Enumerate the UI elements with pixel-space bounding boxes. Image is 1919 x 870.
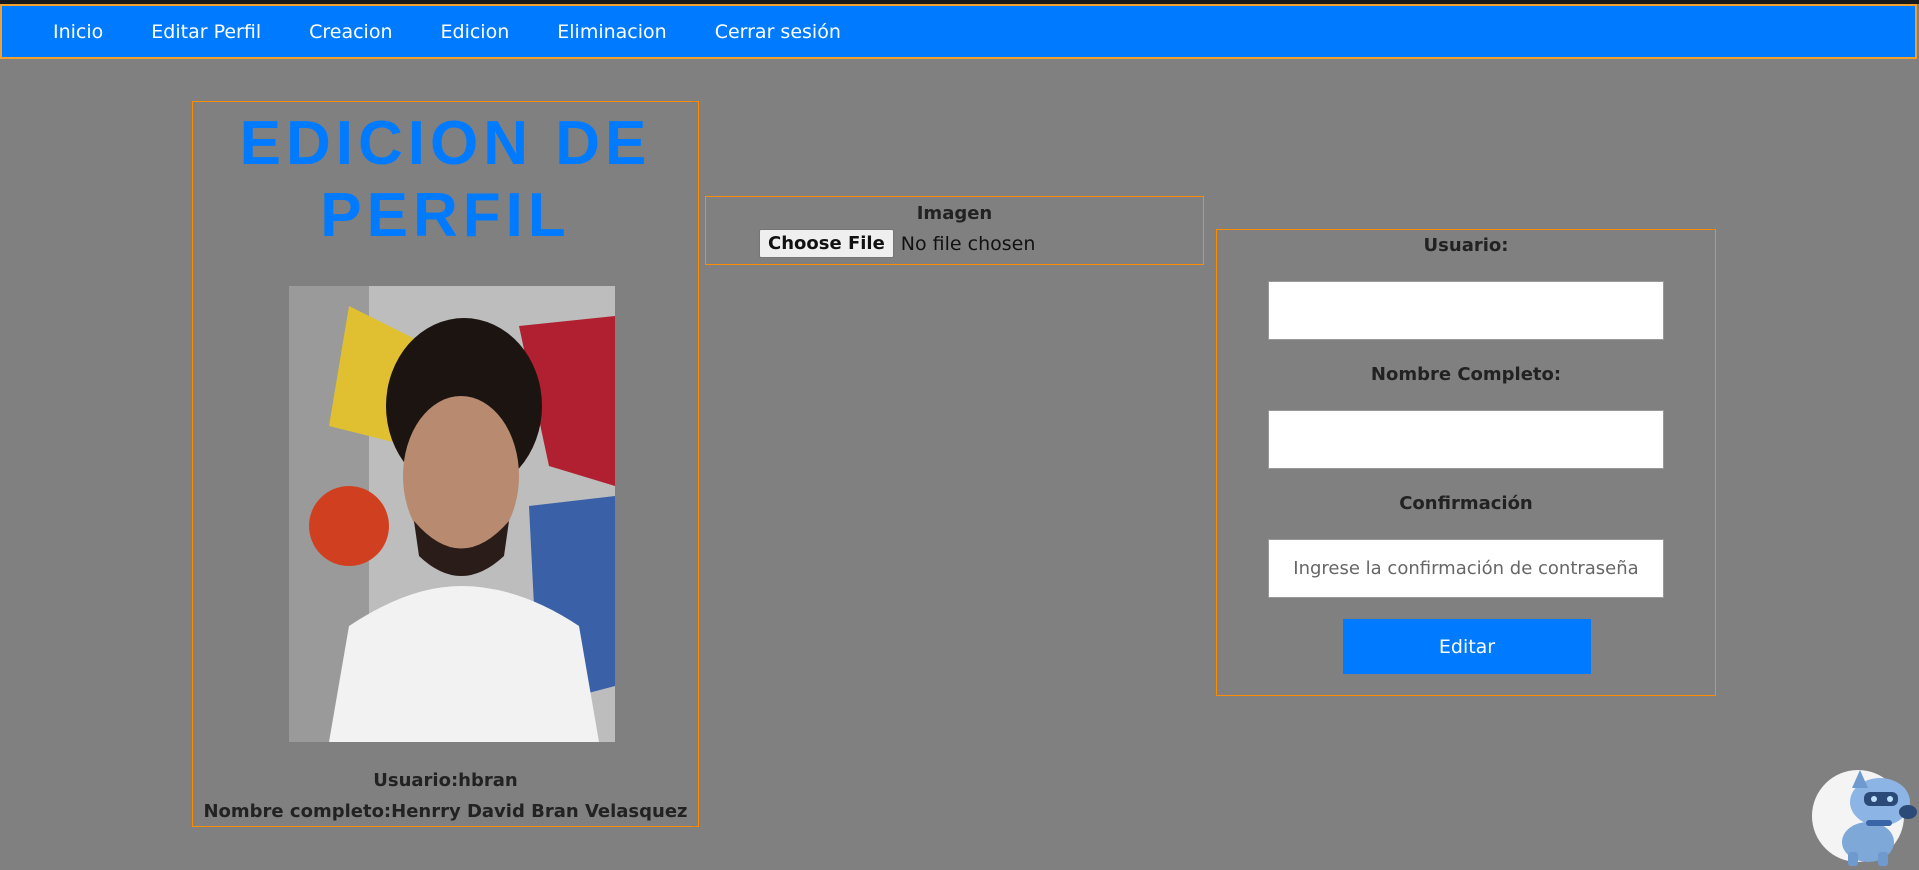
usuario-label: Usuario:: [1423, 235, 1509, 256]
nav-editar-perfil[interactable]: Editar Perfil: [127, 21, 285, 43]
profile-photo: [289, 286, 615, 742]
page-title-line1: EDICION DE: [239, 109, 652, 178]
image-label: Imagen: [916, 203, 993, 224]
page-title-line2: PERFIL: [320, 181, 571, 250]
usuario-input[interactable]: [1268, 281, 1664, 340]
nav-edicion[interactable]: Edicion: [417, 21, 534, 43]
nav-creacion[interactable]: Creacion: [285, 21, 416, 43]
confirmacion-label: Confirmación: [1399, 493, 1533, 514]
profile-username: Usuario:hbran: [373, 770, 518, 791]
file-input[interactable]: Choose File No file chosen: [759, 229, 1035, 258]
profile-card: EDICION DE PERFIL Usuario:hbran Nombre c…: [192, 101, 699, 827]
robot-dog-assistant-icon[interactable]: [1808, 762, 1919, 866]
page-title: EDICION DE PERFIL: [193, 108, 698, 252]
nombre-label: Nombre Completo:: [1370, 364, 1562, 385]
image-upload-panel: Imagen Choose File No file chosen: [705, 196, 1204, 265]
nombre-input[interactable]: [1268, 410, 1664, 469]
top-navbar: Inicio Editar Perfil Creacion Edicion El…: [0, 4, 1917, 59]
editar-button[interactable]: Editar: [1343, 619, 1591, 674]
nav-inicio[interactable]: Inicio: [29, 21, 127, 43]
confirmacion-input[interactable]: [1268, 539, 1664, 598]
file-status: No file chosen: [900, 232, 1036, 255]
nav-cerrar-sesion[interactable]: Cerrar sesión: [691, 21, 865, 43]
nav-eliminacion[interactable]: Eliminacion: [533, 21, 690, 43]
profile-fullname: Nombre completo:Henrry David Bran Velasq…: [203, 801, 688, 822]
edit-form: Usuario: Nombre Completo: Confirmación E…: [1216, 229, 1716, 696]
choose-file-button[interactable]: Choose File: [759, 229, 894, 258]
